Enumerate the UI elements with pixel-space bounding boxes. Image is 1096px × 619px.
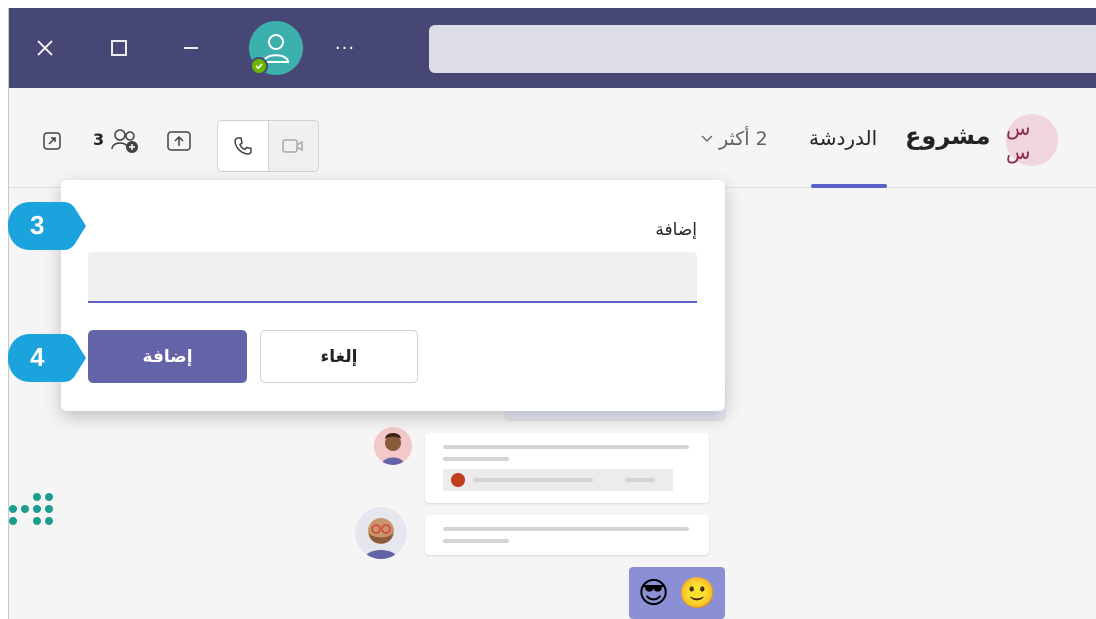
more-tabs-dropdown[interactable]: 2 أكثر: [701, 128, 768, 150]
step-3-badge: 3: [6, 200, 86, 250]
message-bubble: [425, 515, 709, 555]
phone-icon: [234, 137, 252, 155]
presence-available-icon: [250, 57, 268, 75]
more-tabs-label: 2 أكثر: [719, 128, 768, 150]
chat-title: مشروع: [905, 122, 991, 150]
attachment-card[interactable]: [443, 469, 673, 491]
step-4-badge: 4: [6, 332, 86, 382]
add-people-icon[interactable]: [109, 126, 141, 156]
search-box[interactable]: [429, 25, 1096, 73]
step-3-number: 3: [30, 210, 45, 240]
logo-dots-icon: [9, 489, 59, 543]
close-icon[interactable]: [25, 28, 65, 68]
cancel-button[interactable]: إلغاء: [260, 330, 418, 383]
group-avatar[interactable]: س س: [1006, 114, 1058, 166]
call-button-group: [217, 120, 319, 172]
person-avatar: [374, 427, 412, 465]
person-avatar: [355, 507, 407, 559]
chat-header: 3 2 أكثر الدردشة مشروع س س: [9, 88, 1096, 188]
tab-chat[interactable]: الدردشة: [809, 126, 877, 150]
share-screen-icon[interactable]: [165, 128, 193, 154]
title-bar: ···: [9, 8, 1096, 88]
participant-count: 3: [93, 130, 105, 149]
chevron-down-icon: [701, 135, 713, 142]
tab-chat-indicator: [811, 184, 887, 188]
name-input[interactable]: [88, 252, 697, 303]
video-call-button[interactable]: [267, 121, 318, 171]
video-icon: [282, 139, 304, 153]
add-tab-dialog: إضافة إضافة إلغاء: [61, 180, 725, 411]
message-bubble: [425, 433, 709, 503]
powerpoint-icon: [451, 473, 465, 487]
emoji-message: 😎 🙂: [629, 567, 725, 619]
more-options-button[interactable]: ···: [327, 32, 363, 64]
step-4-number: 4: [30, 342, 45, 372]
teams-window: ··· 3 2 أكثر الدردشة مشروع س س 😎 🙂 إضافة…: [8, 8, 1096, 619]
pop-out-icon[interactable]: [39, 128, 65, 154]
add-button[interactable]: إضافة: [88, 330, 247, 383]
audio-call-button[interactable]: [218, 121, 268, 171]
maximize-icon[interactable]: [99, 28, 139, 68]
minimize-icon[interactable]: [171, 28, 211, 68]
dialog-label: إضافة: [655, 220, 697, 240]
